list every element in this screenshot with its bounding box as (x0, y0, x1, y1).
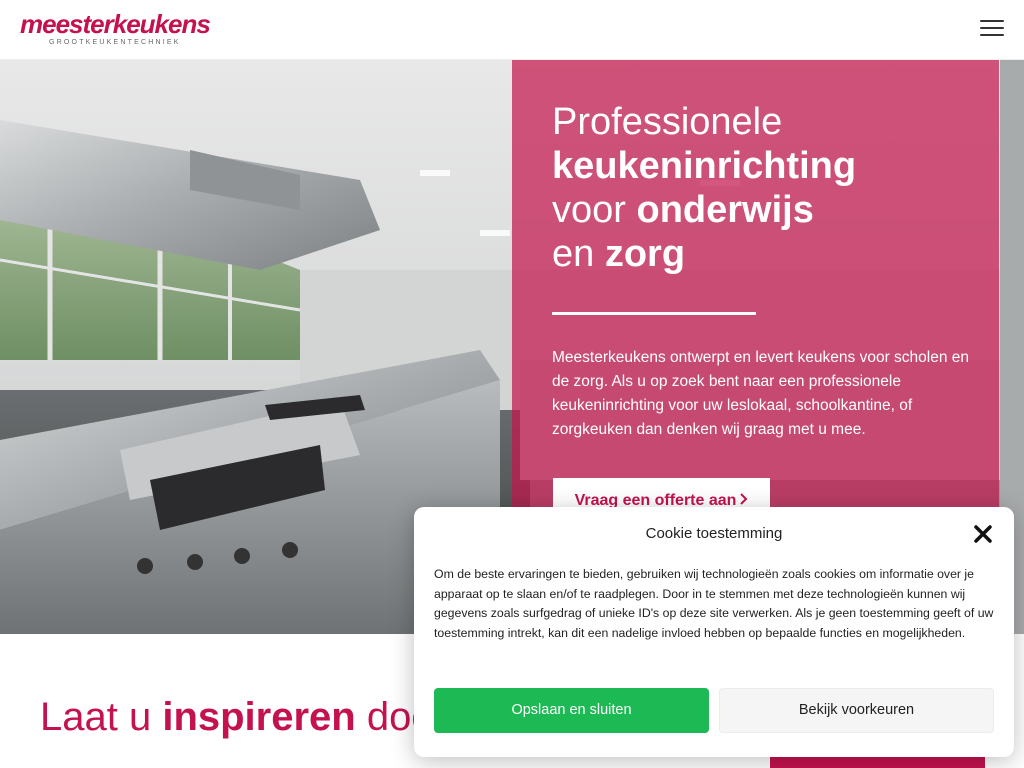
section-title-part-1: Laat u (40, 695, 163, 739)
logo-subtitle: GROOTKEUKENTECHNIEK (49, 39, 181, 46)
hero-headline: Professionele keukeninrichting voor onde… (552, 100, 972, 276)
hamburger-menu-icon[interactable] (980, 20, 1004, 40)
headline-line-3-bold: onderwijs (636, 189, 814, 231)
headline-divider (552, 312, 756, 315)
headline-line-4-regular: en (552, 233, 605, 275)
close-icon[interactable] (972, 523, 994, 545)
save-and-close-button[interactable]: Opslaan en sluiten (434, 688, 709, 733)
headline-line-1: Professionele (552, 101, 783, 143)
section-button[interactable] (770, 756, 985, 768)
hero-intro: Meesterkeukens ontwerpt en levert keuken… (552, 349, 970, 438)
headline-line-2: keukeninrichting (552, 145, 857, 187)
cookie-consent-dialog: Cookie toestemming Om de beste ervaringe… (414, 507, 1014, 757)
cookie-title: Cookie toestemming (645, 525, 783, 542)
logo-text: meesterkeukens (20, 9, 211, 39)
section-title-bold: inspireren (162, 695, 356, 739)
headline-line-3-regular: voor (552, 189, 637, 231)
section-title: Laat u inspireren door (40, 695, 447, 740)
logo[interactable]: meesterkeukens GROOTKEUKENTECHNIEK (20, 9, 211, 47)
headline-line-4-bold: zorg (604, 233, 686, 275)
site-header: meesterkeukens GROOTKEUKENTECHNIEK (0, 0, 1024, 60)
cookie-text: Om de beste ervaringen te bieden, gebrui… (434, 567, 994, 640)
view-preferences-button[interactable]: Bekijk voorkeuren (719, 688, 994, 733)
